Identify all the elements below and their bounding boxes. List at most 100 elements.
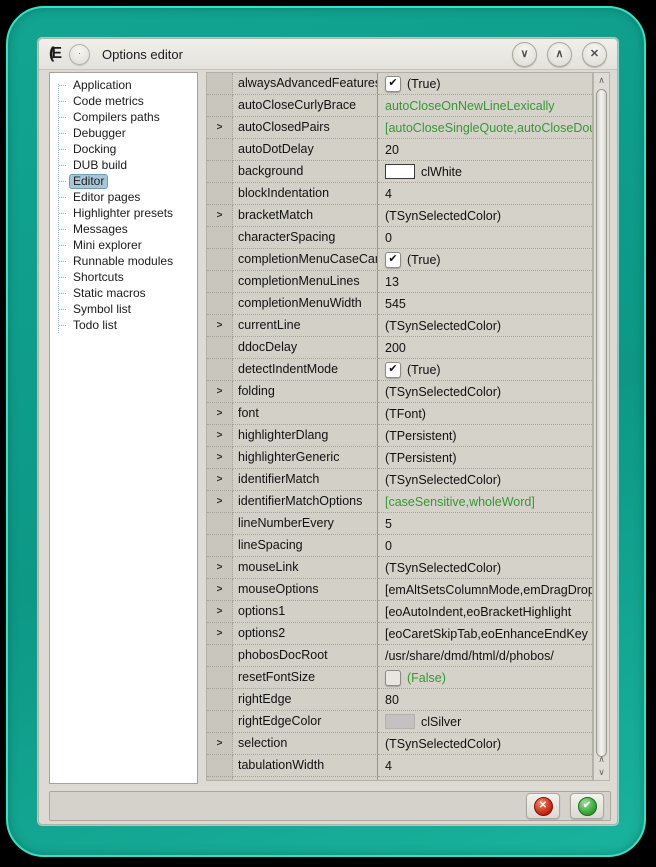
checkbox-unchecked-icon[interactable] [385, 670, 401, 686]
property-name[interactable]: mouseLink [233, 557, 378, 579]
expand-arrow-icon[interactable]: > [207, 205, 233, 227]
sidebar-item-messages[interactable]: Messages [50, 221, 197, 237]
property-value[interactable]: (False) [378, 667, 592, 689]
property-name[interactable]: characterSpacing [233, 227, 378, 249]
property-value[interactable]: 80 [378, 689, 592, 711]
close-button[interactable]: ✕ [582, 42, 607, 67]
property-name[interactable]: rightEdge [233, 689, 378, 711]
checkbox-checked-icon[interactable]: ✔ [385, 362, 401, 378]
checkbox-checked-icon[interactable]: ✔ [385, 252, 401, 268]
property-name[interactable]: completionMenuLines [233, 271, 378, 293]
sidebar-item-shortcuts[interactable]: Shortcuts [50, 269, 197, 285]
property-name[interactable]: background [233, 161, 378, 183]
property-value[interactable]: ✔(True) [378, 249, 592, 271]
expand-arrow-icon[interactable]: > [207, 623, 233, 645]
property-value[interactable]: [caseSensitive,wholeWord] [378, 491, 592, 513]
property-name[interactable]: tabulationWidth [233, 755, 378, 777]
scrollbar-thumb[interactable] [596, 89, 607, 757]
titlebar[interactable]: (E · Options editor ∨ ∧ ✕ [39, 39, 617, 70]
sidebar-item-debugger[interactable]: Debugger [50, 125, 197, 141]
property-name[interactable]: bracketMatch [233, 205, 378, 227]
sidebar-item-mini-explorer[interactable]: Mini explorer [50, 237, 197, 253]
sidebar-item-runnable-modules[interactable]: Runnable modules [50, 253, 197, 269]
property-value[interactable]: (TSynSelectedColor) [378, 469, 592, 491]
expand-arrow-icon[interactable]: > [207, 447, 233, 469]
property-name[interactable]: lineSpacing [233, 535, 378, 557]
property-name[interactable]: autoCloseCurlyBrace [233, 95, 378, 117]
sidebar-item-editor[interactable]: Editor [50, 173, 197, 189]
property-name[interactable]: rightEdgeColor [233, 711, 378, 733]
minimize-button[interactable]: ∨ [512, 42, 537, 67]
property-name[interactable]: highlighterDlang [233, 425, 378, 447]
vertical-scrollbar[interactable]: ∧ ∧ ∨ [593, 72, 610, 781]
property-name[interactable]: currentLine [233, 315, 378, 337]
property-value[interactable]: (TFont) [378, 403, 592, 425]
expand-arrow-icon[interactable]: > [207, 579, 233, 601]
property-value[interactable]: 4 [378, 183, 592, 205]
property-value[interactable]: 200 [378, 337, 592, 359]
sidebar-item-todo-list[interactable]: Todo list [50, 317, 197, 333]
property-name[interactable]: detectIndentMode [233, 359, 378, 381]
property-name[interactable]: autoClosedPairs [233, 117, 378, 139]
property-name[interactable]: blockIndentation [233, 183, 378, 205]
property-name[interactable]: autoDotDelay [233, 139, 378, 161]
property-value[interactable] [378, 777, 592, 781]
property-name[interactable]: identifierMatch [233, 469, 378, 491]
expand-arrow-icon[interactable]: > [207, 403, 233, 425]
property-name[interactable]: selection [233, 733, 378, 755]
property-name[interactable]: lineNumberEvery [233, 513, 378, 535]
property-name[interactable]: font [233, 403, 378, 425]
property-value[interactable]: (TSynSelectedColor) [378, 733, 592, 755]
property-value[interactable]: clWhite [378, 161, 592, 183]
expand-arrow-icon[interactable]: > [207, 425, 233, 447]
sidebar-item-dub-build[interactable]: DUB build [50, 157, 197, 173]
property-name[interactable]: folding [233, 381, 378, 403]
property-value[interactable]: (TPersistent) [378, 425, 592, 447]
titlebar-menu-button[interactable]: · [69, 44, 90, 65]
property-value[interactable]: (TPersistent) [378, 447, 592, 469]
property-value[interactable]: [emAltSetsColumnMode,emDragDrop [378, 579, 592, 601]
sidebar-item-compilers-paths[interactable]: Compilers paths [50, 109, 197, 125]
scroll-up-icon[interactable]: ∧ [594, 74, 609, 86]
checkbox-checked-icon[interactable]: ✔ [385, 76, 401, 92]
property-value[interactable]: ✔(True) [378, 359, 592, 381]
property-value[interactable]: [autoCloseSingleQuote,autoCloseDouble [378, 117, 592, 139]
expand-arrow-icon[interactable]: > [207, 117, 233, 139]
property-name[interactable]: completionMenuWidth [233, 293, 378, 315]
property-name[interactable]: mouseOptions [233, 579, 378, 601]
cancel-button[interactable]: ✕ [526, 793, 560, 819]
expand-arrow-icon[interactable]: > [207, 557, 233, 579]
property-value[interactable]: 545 [378, 293, 592, 315]
property-value[interactable]: ✔(True) [378, 73, 592, 95]
expand-arrow-icon[interactable]: > [207, 491, 233, 513]
sidebar-item-highlighter-presets[interactable]: Highlighter presets [50, 205, 197, 221]
property-name[interactable]: identifierMatchOptions [233, 491, 378, 513]
property-value[interactable]: 4 [378, 755, 592, 777]
scroll-down-icon[interactable]: ∨ [594, 766, 609, 778]
property-value[interactable]: [eoCaretSkipTab,eoEnhanceEndKey [378, 623, 592, 645]
property-value[interactable]: (TSynSelectedColor) [378, 315, 592, 337]
property-name[interactable]: phobosDocRoot [233, 645, 378, 667]
property-name[interactable]: alwaysAdvancedFeatures [233, 73, 378, 95]
sidebar-item-editor-pages[interactable]: Editor pages [50, 189, 197, 205]
sidebar-item-symbol-list[interactable]: Symbol list [50, 301, 197, 317]
property-name[interactable]: options2 [233, 623, 378, 645]
sidebar-item-docking[interactable]: Docking [50, 141, 197, 157]
scroll-up-icon[interactable]: ∧ [594, 753, 609, 765]
property-value[interactable]: autoCloseOnNewLineLexically [378, 95, 592, 117]
property-value[interactable]: (TSynSelectedColor) [378, 557, 592, 579]
sidebar-item-static-macros[interactable]: Static macros [50, 285, 197, 301]
property-value[interactable]: (TSynSelectedColor) [378, 205, 592, 227]
property-name[interactable] [233, 777, 378, 781]
sidebar-item-application[interactable]: Application [50, 77, 197, 93]
expand-arrow-icon[interactable]: > [207, 469, 233, 491]
property-value[interactable]: /usr/share/dmd/html/d/phobos/ [378, 645, 592, 667]
property-name[interactable]: options1 [233, 601, 378, 623]
property-value[interactable]: 13 [378, 271, 592, 293]
property-value[interactable]: 0 [378, 227, 592, 249]
property-value[interactable]: [eoAutoIndent,eoBracketHighlight [378, 601, 592, 623]
maximize-button[interactable]: ∧ [547, 42, 572, 67]
property-name[interactable]: resetFontSize [233, 667, 378, 689]
color-swatch[interactable] [385, 714, 415, 729]
expand-arrow-icon[interactable]: > [207, 733, 233, 755]
